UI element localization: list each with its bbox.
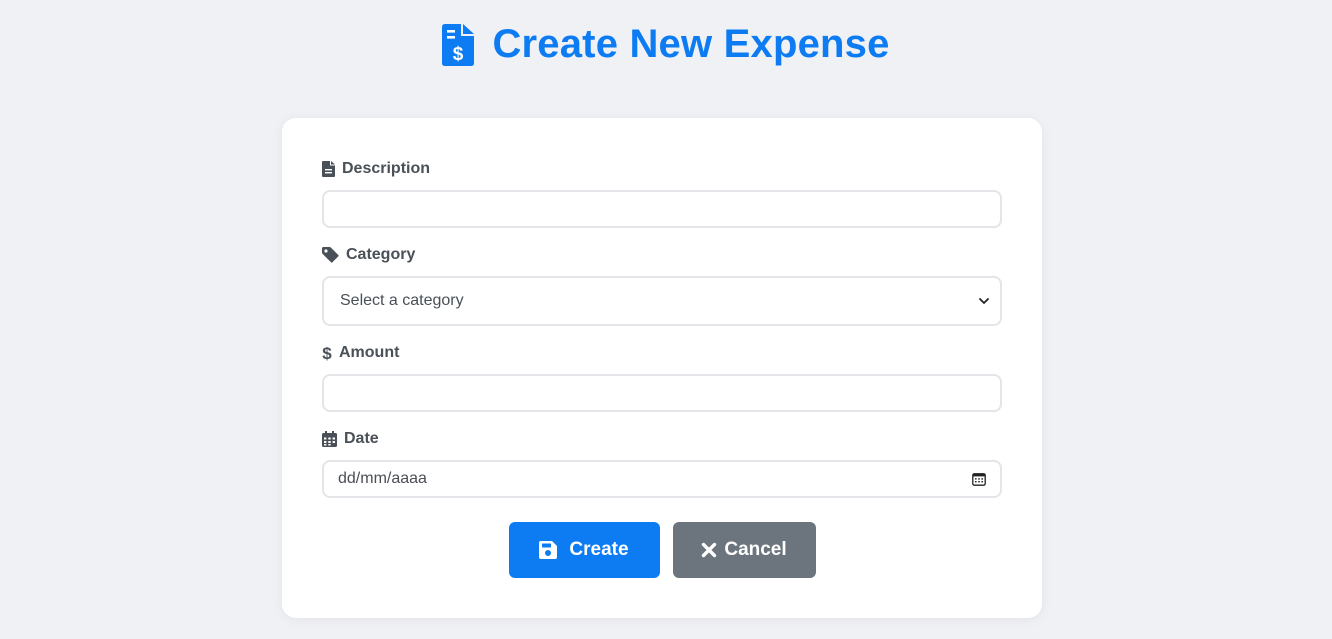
- cancel-button-label: Cancel: [724, 539, 787, 560]
- description-label-text: Description: [342, 160, 431, 177]
- form-actions: Create Cancel: [282, 522, 1042, 578]
- svg-text:$: $: [322, 345, 332, 362]
- create-button-label: Create: [569, 539, 629, 560]
- date-label-text: Date: [344, 430, 379, 447]
- category-select[interactable]: Select a category: [322, 276, 1002, 326]
- svg-text:$: $: [453, 44, 464, 65]
- times-icon: [702, 542, 717, 558]
- calendar-icon: [322, 431, 337, 447]
- create-button[interactable]: Create: [508, 522, 660, 578]
- expense-form-card: Description Category Select a category $…: [282, 118, 1042, 618]
- description-label: Description: [322, 160, 430, 178]
- dollar-icon: $: [322, 345, 332, 362]
- amount-input[interactable]: [322, 374, 1002, 412]
- date-placeholder: dd/mm/aaaa: [338, 470, 427, 487]
- save-icon: [539, 541, 558, 559]
- file-icon: [322, 161, 335, 177]
- category-label-text: Category: [346, 246, 416, 263]
- tag-icon: [322, 247, 339, 263]
- file-invoice-dollar-icon: $: [442, 23, 475, 66]
- category-selected-value: Select a category: [340, 292, 464, 309]
- amount-label: $ Amount: [322, 344, 399, 362]
- description-input[interactable]: [322, 190, 1002, 228]
- cancel-button[interactable]: Cancel: [672, 522, 816, 578]
- date-label: Date: [322, 430, 379, 448]
- page-header: $ Create New Expense: [0, 22, 1332, 67]
- page-title: Create New Expense: [492, 22, 890, 66]
- amount-label-text: Amount: [339, 344, 400, 361]
- chevron-down-icon: [979, 298, 989, 304]
- category-label: Category: [322, 246, 415, 264]
- date-input[interactable]: dd/mm/aaaa: [322, 460, 1002, 498]
- calendar-picker-icon[interactable]: [972, 472, 986, 486]
